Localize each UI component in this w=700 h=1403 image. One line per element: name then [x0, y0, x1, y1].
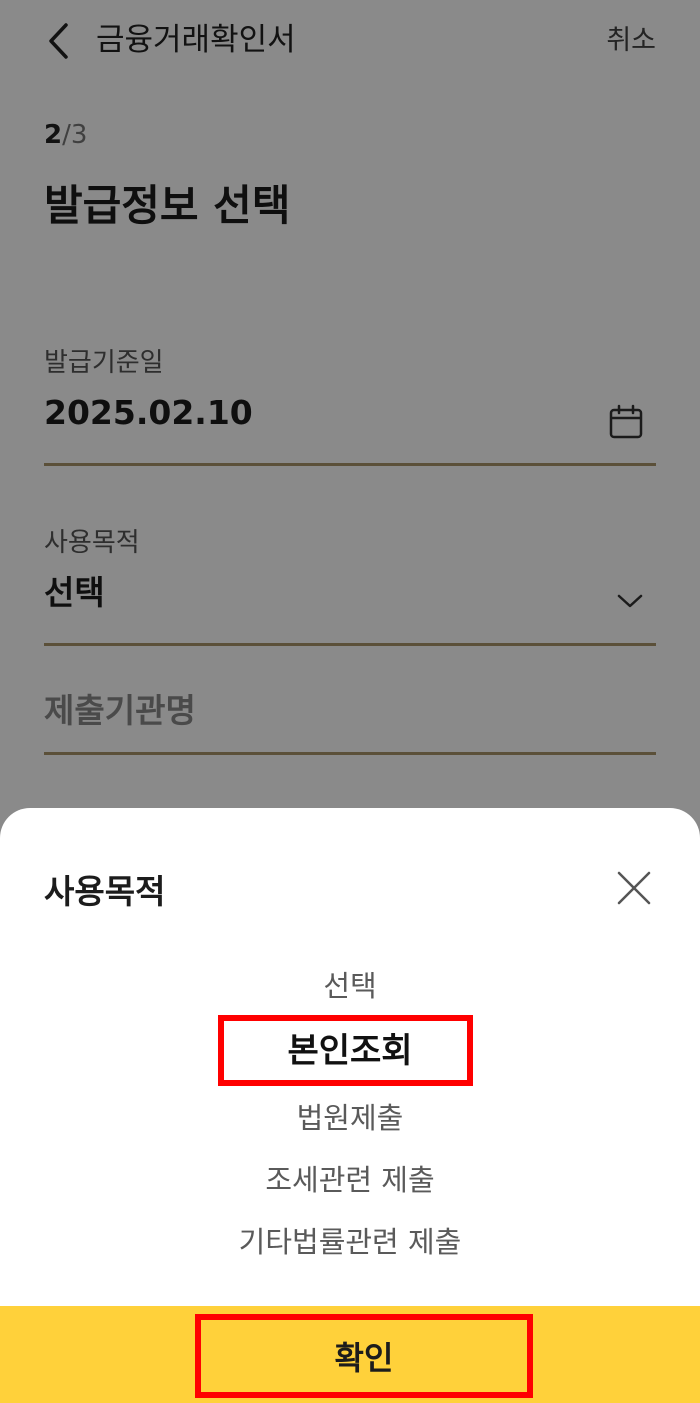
sheet-title: 사용목적	[44, 872, 166, 911]
selection-highlight-box	[218, 1015, 473, 1086]
purpose-option[interactable]: 조세관련 제출	[0, 1160, 700, 1200]
confirm-button[interactable]: 확인	[195, 1314, 533, 1398]
close-button[interactable]	[612, 866, 656, 910]
purpose-option[interactable]: 선택	[0, 966, 700, 1006]
purpose-option[interactable]: 법원제출	[0, 1098, 700, 1138]
close-icon	[617, 871, 651, 905]
purpose-option[interactable]: 기타법률관련 제출	[0, 1222, 700, 1262]
